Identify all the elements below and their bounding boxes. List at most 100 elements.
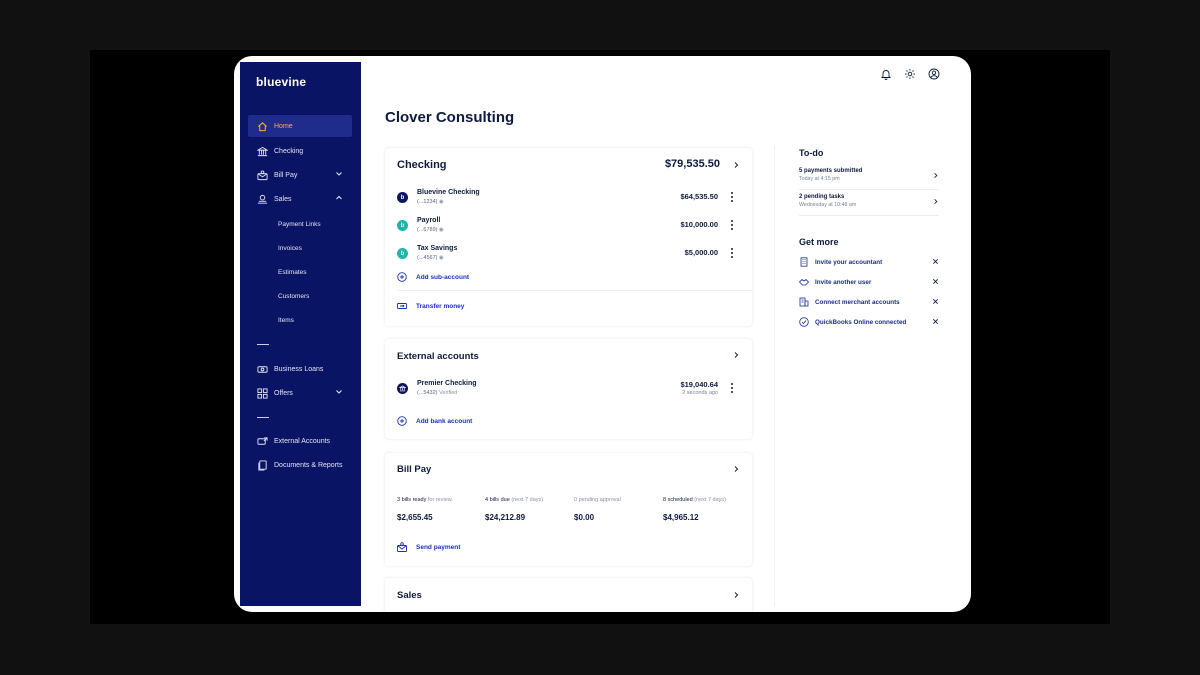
sidebar-item-home[interactable]: Home: [248, 115, 352, 137]
app-window: bluevine Home Checking Bill Pay Sales Pa…: [234, 56, 971, 612]
transfer-money-button[interactable]: Transfer money: [397, 301, 464, 311]
sales-icon: [255, 192, 269, 206]
sidebar-item-business-loans[interactable]: Business Loans: [248, 358, 352, 380]
account-number: (...1234) ◉: [417, 199, 444, 205]
eye-icon[interactable]: ◉: [439, 227, 444, 233]
todo-title: To-do: [799, 148, 824, 158]
sidebar-item-label: Sales: [274, 195, 292, 203]
add-sub-account-button[interactable]: Add sub-account: [397, 272, 469, 282]
chevron-right-icon: [934, 173, 938, 178]
bill-pay-stat-scheduled[interactable]: 8 scheduled (next 7 days) $4,965.12: [663, 497, 726, 522]
sidebar: bluevine Home Checking Bill Pay Sales Pa…: [240, 62, 361, 606]
transfer-icon: [397, 303, 407, 309]
sidebar-item-sales[interactable]: Sales: [248, 188, 352, 210]
store-icon: [799, 297, 809, 307]
sidebar-subitem-payment-links[interactable]: Payment Links: [278, 221, 321, 228]
get-more-quickbooks[interactable]: QuickBooks Online connected: [799, 316, 939, 328]
sidebar-item-label: Home: [274, 122, 293, 130]
bluevine-logo[interactable]: bluevine: [256, 75, 306, 89]
column-divider: [774, 146, 775, 606]
sidebar-item-bill-pay[interactable]: Bill Pay: [248, 164, 352, 186]
account-number: (...4567) ◉: [417, 255, 444, 261]
get-more-invite-user[interactable]: Invite another user: [799, 276, 939, 288]
more-options-icon[interactable]: [730, 382, 734, 394]
account-row-tax-savings[interactable]: b Tax Savings (...4567) ◉ $5,000.00: [397, 245, 742, 267]
account-balance: $5,000.00: [684, 248, 718, 257]
sidebar-subitem-invoices[interactable]: Invoices: [278, 245, 302, 252]
close-icon[interactable]: [932, 318, 939, 325]
chevron-up-icon: [336, 195, 342, 200]
more-options-icon[interactable]: [730, 191, 734, 203]
bill-pay-stat-due[interactable]: 4 bills due (next 7 days) $24,212.89: [485, 497, 543, 522]
sidebar-item-label: Checking: [274, 147, 304, 155]
chevron-right-icon: [934, 199, 938, 204]
close-icon[interactable]: [932, 298, 939, 305]
bluevine-account-icon: b: [397, 192, 408, 203]
get-more-connect-merchant[interactable]: Connect merchant accounts: [799, 296, 939, 308]
check-circle-icon: [799, 317, 809, 327]
checking-total: $79,535.50: [664, 158, 720, 170]
bill-pay-stat-pending[interactable]: 0 pending approval $0.00: [574, 497, 621, 522]
bill-pay-stat-ready[interactable]: 3 bills ready for review $2,655.45: [397, 497, 452, 522]
checking-card-title[interactable]: Checking: [397, 159, 447, 171]
todo-item[interactable]: 5 payments submitted Today at 4:15 pm: [799, 168, 939, 182]
account-number: (...5432) Verified: [417, 390, 458, 396]
account-name: Premier Checking: [417, 380, 477, 387]
sidebar-item-checking[interactable]: Checking: [248, 140, 352, 162]
divider: [799, 189, 939, 190]
sidebar-item-label: Bill Pay: [274, 171, 298, 179]
sidebar-subitem-items[interactable]: Items: [278, 317, 294, 324]
sidebar-item-label: Documents & Reports: [274, 461, 343, 469]
bell-icon[interactable]: [880, 68, 892, 80]
account-number: (...6789) ◉: [417, 227, 444, 233]
account-name: Payroll: [417, 217, 441, 224]
external-accounts-title[interactable]: External accounts: [397, 351, 479, 362]
building-icon: [800, 257, 808, 267]
external-accounts-icon: [255, 434, 269, 448]
close-icon[interactable]: [932, 258, 939, 265]
account-balance: $64,535.50: [680, 192, 718, 201]
sidebar-item-documents-reports[interactable]: Documents & Reports: [248, 454, 352, 476]
user-icon[interactable]: [928, 68, 940, 80]
external-accounts-card: External accounts Premier Checking (...5…: [385, 339, 752, 439]
bluevine-account-icon: b: [397, 220, 408, 231]
chevron-right-icon[interactable]: [732, 591, 740, 599]
sales-card: Sales: [385, 578, 752, 612]
account-row-bluevine-checking[interactable]: b Bluevine Checking (...1234) ◉ $64,535.…: [397, 189, 742, 211]
account-balance: $19,040.64: [680, 380, 718, 389]
add-bank-account-button[interactable]: Add bank account: [397, 416, 472, 426]
eye-icon[interactable]: ◉: [439, 255, 444, 261]
chevron-right-icon[interactable]: [732, 161, 740, 169]
account-name: Bluevine Checking: [417, 189, 480, 196]
sidebar-subitem-estimates[interactable]: Estimates: [278, 269, 307, 276]
account-balance: $10,000.00: [680, 220, 718, 229]
get-more-invite-accountant[interactable]: Invite your accountant: [799, 256, 939, 268]
chevron-right-icon[interactable]: [732, 465, 740, 473]
chevron-right-icon[interactable]: [732, 351, 740, 359]
more-options-icon[interactable]: [730, 219, 734, 231]
more-options-icon[interactable]: [730, 247, 734, 259]
sidebar-item-label: External Accounts: [274, 437, 331, 445]
eye-icon[interactable]: ◉: [439, 199, 444, 205]
account-row-premier-checking[interactable]: Premier Checking (...5432) Verified $19,…: [397, 380, 742, 402]
bluevine-account-icon: b: [397, 248, 408, 259]
sales-title[interactable]: Sales: [397, 590, 422, 601]
close-icon[interactable]: [932, 278, 939, 285]
last-updated: 2 seconds ago: [682, 390, 718, 396]
plus-circle-icon: [397, 416, 407, 426]
gear-icon[interactable]: [904, 68, 916, 80]
handshake-icon: [799, 278, 809, 286]
chevron-down-icon: [336, 172, 342, 176]
bill-pay-title[interactable]: Bill Pay: [397, 464, 431, 475]
sidebar-item-external-accounts[interactable]: External Accounts: [248, 430, 352, 452]
sidebar-item-label: Offers: [274, 389, 293, 397]
account-row-payroll[interactable]: b Payroll (...6789) ◉ $10,000.00: [397, 217, 742, 239]
grid-icon: [255, 386, 269, 400]
sidebar-subitem-customers[interactable]: Customers: [278, 293, 309, 300]
todo-item[interactable]: 2 pending tasks Wednesday at 10:48 am: [799, 194, 939, 208]
divider: [397, 290, 752, 291]
divider: [799, 215, 939, 216]
sidebar-item-offers[interactable]: Offers: [248, 382, 352, 404]
send-payment-button[interactable]: Send payment: [397, 542, 460, 552]
home-icon: [255, 119, 269, 133]
